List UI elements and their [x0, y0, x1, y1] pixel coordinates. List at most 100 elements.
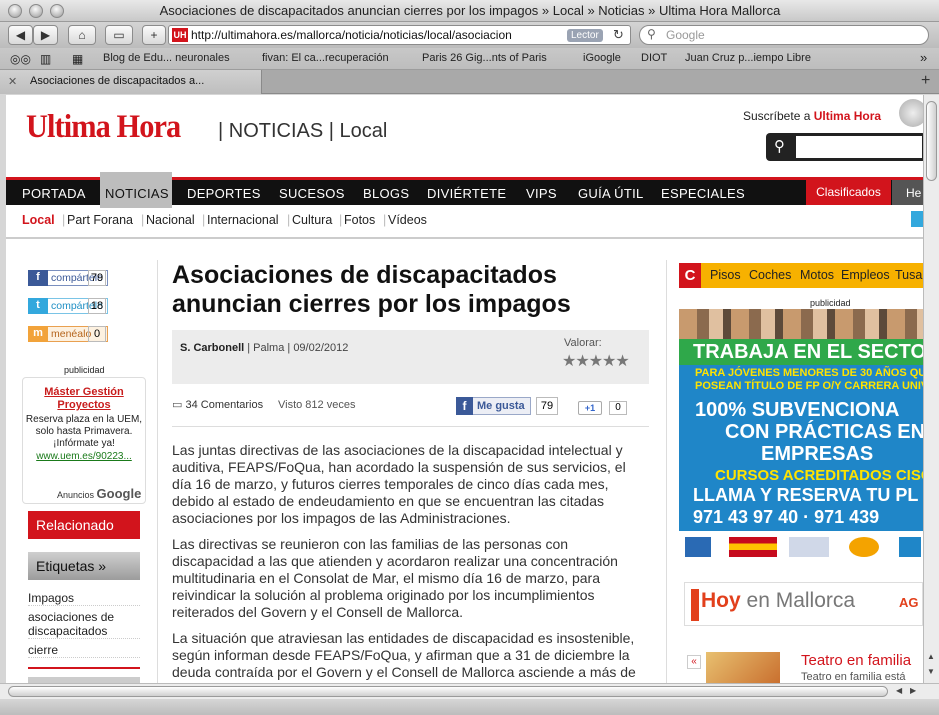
comments-count: 34 Comentarios [185, 399, 264, 411]
site-logo[interactable]: Ultima Hora [26, 109, 181, 146]
subnav-part-forana[interactable]: Part Forana [67, 213, 133, 227]
nav-blogs[interactable]: BLOGS [363, 186, 409, 201]
tag-link[interactable]: Impagos [28, 591, 140, 606]
ad-url-link[interactable]: www.uem.es/90223... [23, 450, 145, 463]
etiquetas-tab[interactable]: Etiquetas » [28, 552, 140, 580]
minimize-window-button[interactable] [29, 4, 43, 18]
url-text[interactable]: http://ultimahora.es/mallorca/noticia/no… [191, 28, 561, 42]
scroll-right-icon[interactable]: ▶ [910, 686, 916, 695]
reader-button[interactable]: Lector [567, 29, 603, 42]
plus-icon: + [150, 28, 158, 42]
clasif-motos[interactable]: Motos [800, 268, 834, 282]
subnav-local[interactable]: Local [22, 213, 55, 227]
comments-link[interactable]: ▭ 34 Comentarios [172, 398, 263, 411]
nav-extra[interactable]: He [892, 180, 923, 205]
subnav-fotos[interactable]: Fotos [344, 213, 375, 227]
address-bar[interactable]: UH http://ultimahora.es/mallorca/noticia… [168, 25, 631, 45]
nav-vips[interactable]: VIPS [526, 186, 557, 201]
close-tab-icon[interactable]: ✕ [8, 75, 17, 88]
nav-portada[interactable]: PORTADA [22, 186, 86, 201]
column-divider [157, 260, 158, 683]
nav-especiales[interactable]: ESPECIALES [661, 186, 745, 201]
twitter-icon[interactable] [911, 211, 923, 227]
subnav-nacional[interactable]: Nacional [146, 213, 195, 227]
ad-title-link[interactable]: Máster Gestión Proyectos [23, 386, 145, 412]
scroll-up-icon[interactable]: ▲ [927, 652, 935, 661]
reading-list-icon[interactable]: ◎◎ [10, 52, 31, 66]
back-button[interactable]: ◀ [8, 25, 33, 45]
vertical-scroll-thumb[interactable] [926, 101, 937, 181]
clasif-pisos[interactable]: Pisos [710, 268, 741, 282]
google-plus-button[interactable]: +1 [578, 401, 602, 415]
clasificados-logo[interactable]: C [679, 263, 701, 288]
tab-active[interactable]: ✕ Asociaciones de discapacitados a... [0, 70, 262, 94]
nav-noticias[interactable]: NOTICIAS [105, 186, 169, 201]
bookmarks-button[interactable]: ▭ [105, 25, 133, 45]
search-field[interactable]: ⚲ Google [639, 25, 929, 45]
clasif-empleos[interactable]: Empleos [841, 268, 890, 282]
bookmark-item[interactable]: fivan: El ca...recuperación [262, 52, 389, 64]
clasificados-button[interactable]: Clasificados [806, 180, 891, 205]
more-bookmarks-icon[interactable]: » [920, 50, 927, 65]
carousel-prev-button[interactable]: « [687, 655, 701, 669]
site-favicon-icon: UH [172, 28, 188, 42]
clasif-tusan[interactable]: Tusan [895, 268, 923, 282]
tag-link[interactable]: asociaciones de discapacitados [28, 610, 140, 639]
spain-flag-logo [729, 537, 777, 557]
google-ad-box: Máster Gestión Proyectos Reserva plaza e… [22, 377, 146, 504]
clasif-coches[interactable]: Coches [749, 268, 791, 282]
bookmark-item[interactable]: DIOT [641, 52, 667, 64]
adsense-label[interactable]: Anuncios Google [57, 486, 141, 501]
topsites-button[interactable]: ⌂ [68, 25, 96, 45]
horizontal-scroll-thumb[interactable] [8, 686, 888, 697]
subnav-internacional[interactable]: Internacional [207, 213, 279, 227]
teatro-title-link[interactable]: Teatro en familia [801, 652, 911, 669]
site-search[interactable]: ⚲ [766, 133, 923, 161]
reload-icon[interactable]: ↻ [613, 27, 624, 43]
banner-photo-strip [679, 309, 923, 339]
rating-stars[interactable]: ★★★★★ [562, 351, 630, 371]
article-divider [172, 426, 649, 427]
add-bookmark-button[interactable]: + [142, 25, 166, 45]
bookmark-item[interactable]: iGoogle [583, 52, 621, 64]
horizontal-scrollbar[interactable]: ◀ ▶ [0, 683, 939, 699]
subnav-cultura[interactable]: Cultura [292, 213, 332, 227]
window-title: Asociaciones de discapacitados anuncian … [159, 3, 781, 18]
byline: S. Carbonell | Palma | 09/02/2012 [180, 342, 348, 354]
twitter-bird-icon: t [28, 298, 48, 314]
teatro-thumbnail[interactable] [706, 652, 780, 683]
new-tab-icon[interactable]: + [921, 72, 930, 90]
close-window-button[interactable] [8, 4, 22, 18]
nav-guia-util[interactable]: GUÍA ÚTIL [578, 186, 644, 201]
article-headline: Asociaciones de discapacitados anuncian … [172, 261, 571, 318]
subnav-videos[interactable]: Vídeos [388, 213, 427, 227]
bookmark-item[interactable]: Paris 26 Gig...nts of Paris [422, 52, 547, 64]
nav-deportes[interactable]: DEPORTES [187, 186, 261, 201]
vertical-scrollbar[interactable]: ▲ ▼ [923, 95, 939, 683]
subscribe-brand: Ultima Hora [813, 109, 882, 123]
forward-button[interactable]: ▶ [33, 25, 58, 45]
article-paragraph: Las juntas directivas de las asociacione… [172, 442, 626, 526]
facebook-like-button[interactable]: f Me gusta [456, 397, 531, 415]
bookmark-item[interactable]: Blog de Edu... neuronales [103, 52, 230, 64]
hoy-en-mallorca-widget[interactable]: Hoy en Mallorca AG [684, 582, 923, 626]
bookmarks-book-icon[interactable]: ▥ [40, 52, 51, 66]
nav-sucesos[interactable]: SUCESOS [279, 186, 345, 201]
search-icon[interactable]: ⚲ [774, 137, 785, 155]
subscribe-link[interactable]: Suscríbete a Ultima Hora [743, 109, 881, 123]
facebook-share-count: 79 [88, 270, 106, 286]
relacionado-tab[interactable]: Relacionado [28, 511, 140, 539]
bookmark-item[interactable]: Juan Cruz p...iempo Libre [685, 52, 811, 64]
zoom-window-button[interactable] [50, 4, 64, 18]
grid-icon[interactable]: ▦ [72, 52, 83, 66]
scroll-left-icon[interactable]: ◀ [896, 686, 902, 695]
tag-link[interactable]: cierre [28, 643, 140, 658]
article-meta: | Palma | 09/02/2012 [247, 342, 349, 354]
training-ad-banner[interactable]: TRABAJA EN EL SECTOR PARA JÓVENES MENORE… [679, 309, 923, 563]
hoy-agenda-label[interactable]: AG [899, 595, 919, 610]
main-nav: PORTADA NOTICIAS DEPORTES SUCESOS BLOGS … [6, 172, 923, 208]
scroll-down-icon[interactable]: ▼ [927, 667, 935, 676]
site-search-input[interactable] [796, 136, 922, 158]
nav-diviertete[interactable]: DIVIÉRTETE [427, 186, 506, 201]
tab-label: Asociaciones de discapacitados a... [30, 75, 205, 87]
